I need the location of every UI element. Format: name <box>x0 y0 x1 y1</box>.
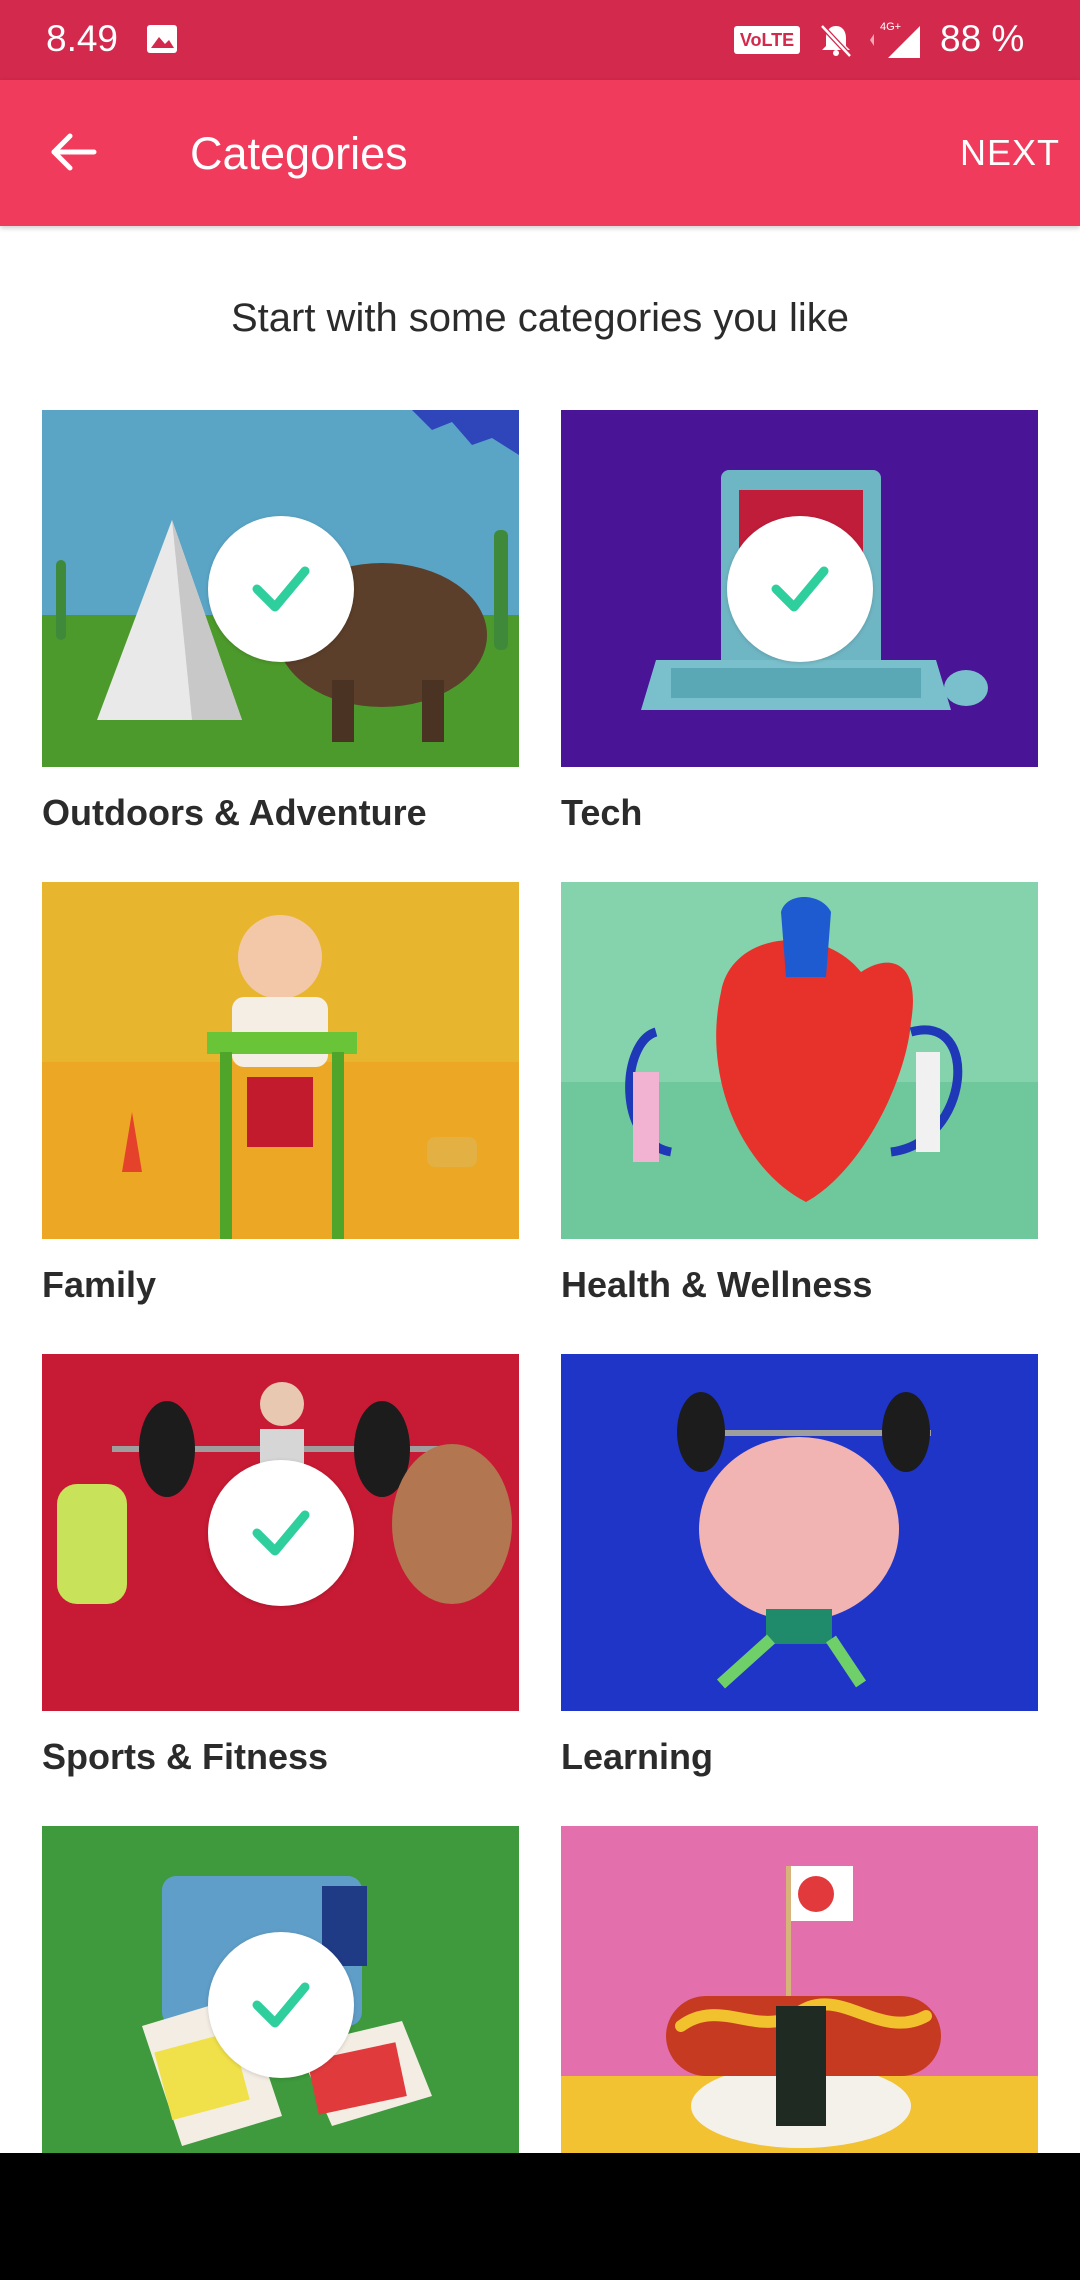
selected-check-badge <box>208 1460 354 1606</box>
check-icon <box>252 566 310 612</box>
category-label: Family <box>42 1264 157 1305</box>
status-time: 8.49 <box>46 18 119 59</box>
category-image-health <box>561 882 1038 1239</box>
category-card-food[interactable] <box>561 1826 1038 2183</box>
volte-badge: VoLTE <box>734 26 800 54</box>
back-arrow-icon[interactable] <box>46 124 102 180</box>
category-image-8 <box>561 1826 1038 2183</box>
category-card-photography[interactable] <box>42 1826 519 2183</box>
category-card-health[interactable]: Health & Wellness <box>561 882 1038 1305</box>
category-image-tech <box>561 410 1038 767</box>
signal-icon: 4G+ <box>870 21 920 58</box>
category-label: Learning <box>561 1736 714 1777</box>
check-icon <box>771 566 829 612</box>
subtitle: Start with some categories you like <box>230 296 850 340</box>
image-notification-icon <box>147 25 177 53</box>
category-card-tech[interactable]: Tech <box>561 410 1038 833</box>
battery-level: 88 % <box>940 18 1025 59</box>
selected-check-badge <box>727 516 873 662</box>
category-image-sports <box>42 1354 519 1711</box>
app-bar: Categories NEXT <box>0 80 1080 226</box>
category-label: Sports & Fitness <box>42 1736 329 1777</box>
next-button[interactable]: NEXT <box>960 132 1060 174</box>
category-image-learning <box>561 1354 1038 1711</box>
category-card-sports[interactable]: Sports & Fitness <box>42 1354 519 1777</box>
bell-off-icon <box>820 24 852 58</box>
category-label: Health & Wellness <box>561 1264 873 1305</box>
category-image-7 <box>42 1826 519 2183</box>
category-card-outdoors[interactable]: Outdoors & Adventure <box>42 410 519 833</box>
category-card-family[interactable]: Family <box>42 882 519 1305</box>
category-card-learning[interactable]: Learning <box>561 1354 1038 1777</box>
selected-check-badge <box>208 516 354 662</box>
category-image-family <box>42 882 519 1239</box>
check-icon <box>252 1982 310 2028</box>
category-image-outdoors <box>42 410 519 767</box>
category-label: Tech <box>561 792 643 833</box>
page-title: Categories <box>190 128 408 179</box>
system-navigation-bar <box>0 2153 1080 2280</box>
category-label: Outdoors & Adventure <box>42 792 427 833</box>
network-type: 4G+ <box>880 21 901 33</box>
status-bar: 8.49 VoLTE 4G+ 88 % <box>0 0 1080 80</box>
selected-check-badge <box>208 1932 354 2078</box>
check-icon <box>252 1510 310 1556</box>
